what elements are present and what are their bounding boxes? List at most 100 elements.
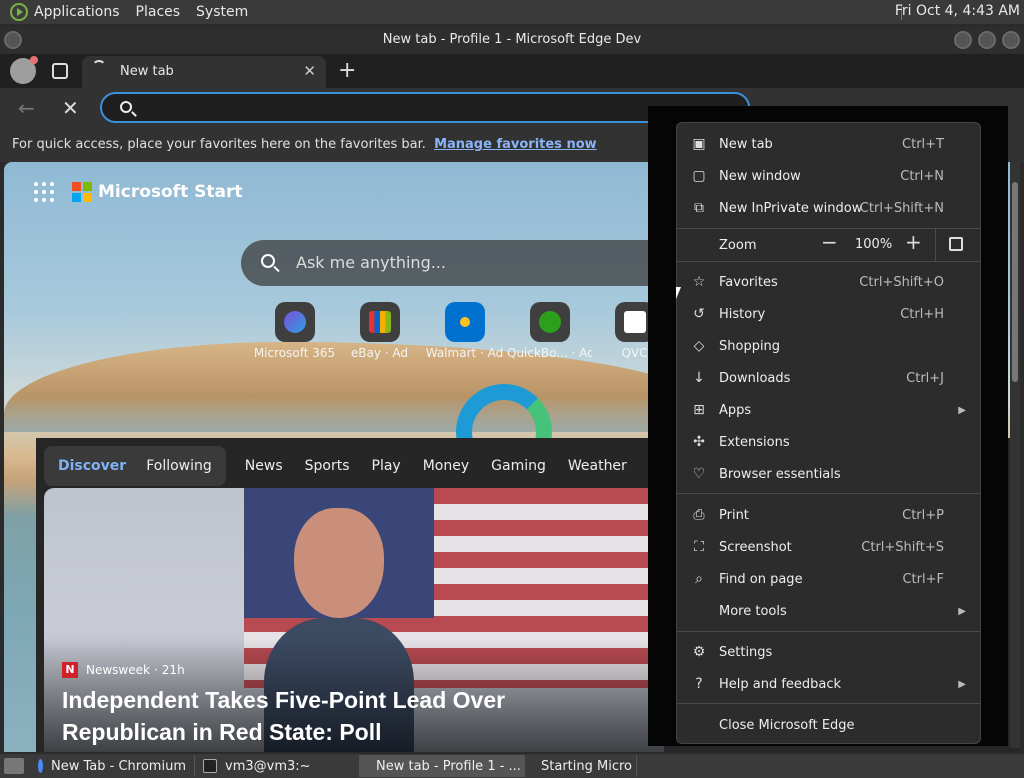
find-icon: ⌕ [695,571,703,587]
menu-item-apps[interactable]: ⊞ Apps ▶ [677,394,980,426]
menu-item-favorites[interactable]: ☆ Favorites Ctrl+Shift+O [677,266,980,298]
quick-link[interactable]: QuickBo... · Ad [507,302,592,360]
clock[interactable]: Fri Oct 4, 4:43 AM [895,3,1020,19]
taskbar: New Tab - Chromium vm3@vm3:~ New tab - P… [0,754,1024,778]
submenu-arrow-icon: ▶ [958,678,966,690]
new-tab-icon: ▣ [692,136,706,152]
menu-item-find[interactable]: ⌕ Find on page Ctrl+F [677,563,980,595]
search-placeholder: Ask me anything... [296,253,446,272]
feed-mode-toggle: Discover Following [44,446,226,486]
tab-following[interactable]: Following [136,450,222,482]
tab-strip: New tab ✕ + [0,54,1024,88]
quick-link[interactable]: Walmart · Ad [422,302,507,360]
news-card[interactable]: N Newsweek · 21h Independent Takes Five-… [44,488,664,752]
tab-news[interactable]: News [234,450,294,482]
profile-avatar[interactable] [10,56,38,84]
menu-item-inprivate[interactable]: ⧉ New InPrivate window Ctrl+Shift+N [677,192,980,224]
mouse-cursor-icon [676,287,681,299]
browser-essentials-icon: ♡ [692,466,706,482]
submenu-arrow-icon: ▶ [958,404,966,416]
print-icon: ⎙ [693,507,705,523]
start-header: Microsoft Start [34,182,242,202]
extensions-icon: ✣ [693,434,705,450]
new-tab-plus-icon[interactable]: + [338,58,356,83]
menu-item-history[interactable]: ↺ History Ctrl+H [677,298,980,330]
maximize-icon[interactable] [978,31,996,49]
favorites-hint-text: For quick access, place your favorites h… [12,137,426,152]
tab-discover[interactable]: Discover [48,450,136,482]
places-menu[interactable]: Places [136,4,181,20]
quick-link[interactable]: Microsoft 365 [252,302,337,360]
menu-item-browser-essentials[interactable]: ♡ Browser essentials [677,458,980,490]
search-icon [261,254,275,268]
menu-item-downloads[interactable]: ↓ Downloads Ctrl+J [677,362,980,394]
show-desktop-icon[interactable] [4,758,24,774]
menu-item-new-window[interactable]: ▢ New window Ctrl+N [677,160,980,192]
menu-item-help[interactable]: ? Help and feedback ▶ [677,668,980,700]
shopping-icon: ◇ [693,338,705,354]
system-menu[interactable]: System [196,4,248,20]
stop-loading-icon[interactable]: ✕ [62,96,79,120]
menu-item-zoom: Zoom − 100% + [677,229,980,261]
menu-item-shopping[interactable]: ◇ Shopping [677,330,980,362]
inprivate-icon: ⧉ [694,200,704,216]
zoom-out-icon[interactable]: − [821,230,838,254]
terminal-icon [203,759,217,773]
menu-item-settings[interactable]: ⚙ Settings [677,636,980,668]
screenshot-icon: ⛶ [694,539,704,555]
tab-sports[interactable]: Sports [294,450,361,482]
page-scrollbar[interactable] [1010,162,1020,748]
close-window-icon[interactable] [1002,31,1020,49]
menu-item-extensions[interactable]: ✣ Extensions [677,426,980,458]
window-menu-icon[interactable] [4,31,22,49]
zoom-in-icon[interactable]: + [905,230,922,254]
newsweek-logo-icon: N [62,662,78,678]
tab-close-icon[interactable]: ✕ [303,62,316,80]
zoom-level: 100% [855,237,893,252]
menu-item-print[interactable]: ⎙ Print Ctrl+P [677,499,980,531]
news-headline[interactable]: Independent Takes Five-Point Lead Over R… [62,684,622,748]
help-icon: ? [695,676,703,692]
tab-money[interactable]: Money [412,450,480,482]
tab-actions-icon[interactable] [52,63,68,79]
minimize-icon[interactable] [954,31,972,49]
favorites-icon: ☆ [692,274,706,290]
tab-title: New tab [120,64,174,79]
taskbar-item-chromium[interactable]: New Tab - Chromium [30,755,195,777]
app-launcher-icon[interactable] [34,182,54,202]
taskbar-item-starting[interactable]: Starting Micro [525,755,637,777]
menu-item-new-tab[interactable]: ▣ New tab Ctrl+T [677,128,980,160]
window-titlebar: New tab - Profile 1 - Microsoft Edge Dev [0,27,1024,53]
new-window-icon: ▢ [692,168,706,184]
tab-gaming[interactable]: Gaming [480,450,557,482]
tab-new-tab[interactable]: New tab ✕ [82,56,326,88]
window-title: New tab - Profile 1 - Microsoft Edge Dev [382,32,642,47]
back-icon[interactable]: ← [18,96,35,120]
apps-icon: ⊞ [693,402,705,418]
tab-weather[interactable]: Weather [557,450,638,482]
quickbooks-icon [529,302,570,342]
taskbar-item-edge[interactable]: New tab - Profile 1 - ... [360,755,525,777]
taskbar-item-terminal[interactable]: vm3@vm3:~ [195,755,360,777]
loading-spinner-icon [92,60,106,74]
distro-logo-icon[interactable] [10,3,28,21]
quick-link[interactable]: eBay · Ad [337,302,422,360]
feed-tabs: Discover Following News Sports Play Mone… [44,446,638,486]
address-input[interactable] [142,98,702,118]
applications-menu[interactable]: Applications [34,4,120,20]
top-panel: Applications Places System Fri Oct 4, 4:… [0,0,1024,24]
ebay-icon [359,302,400,342]
walmart-icon [444,302,485,342]
settings-menu: ▣ New tab Ctrl+T ▢ New window Ctrl+N ⧉ New… [676,122,981,744]
manage-favorites-link[interactable]: Manage favorites now [434,137,597,152]
fullscreen-icon[interactable] [949,237,963,251]
microsoft365-icon [274,302,315,342]
menu-item-more-tools[interactable]: More tools ▶ [677,595,980,627]
news-source: N Newsweek · 21h [62,662,185,678]
start-brand: Microsoft Start [98,182,243,202]
tab-play[interactable]: Play [361,450,412,482]
microsoft-logo-icon [72,182,92,202]
menu-item-close-edge[interactable]: Close Microsoft Edge [677,709,980,741]
menu-item-screenshot[interactable]: ⛶ Screenshot Ctrl+Shift+S [677,531,980,563]
quick-links: Microsoft 365 eBay · Ad Walmart · Ad Qui… [252,302,677,360]
